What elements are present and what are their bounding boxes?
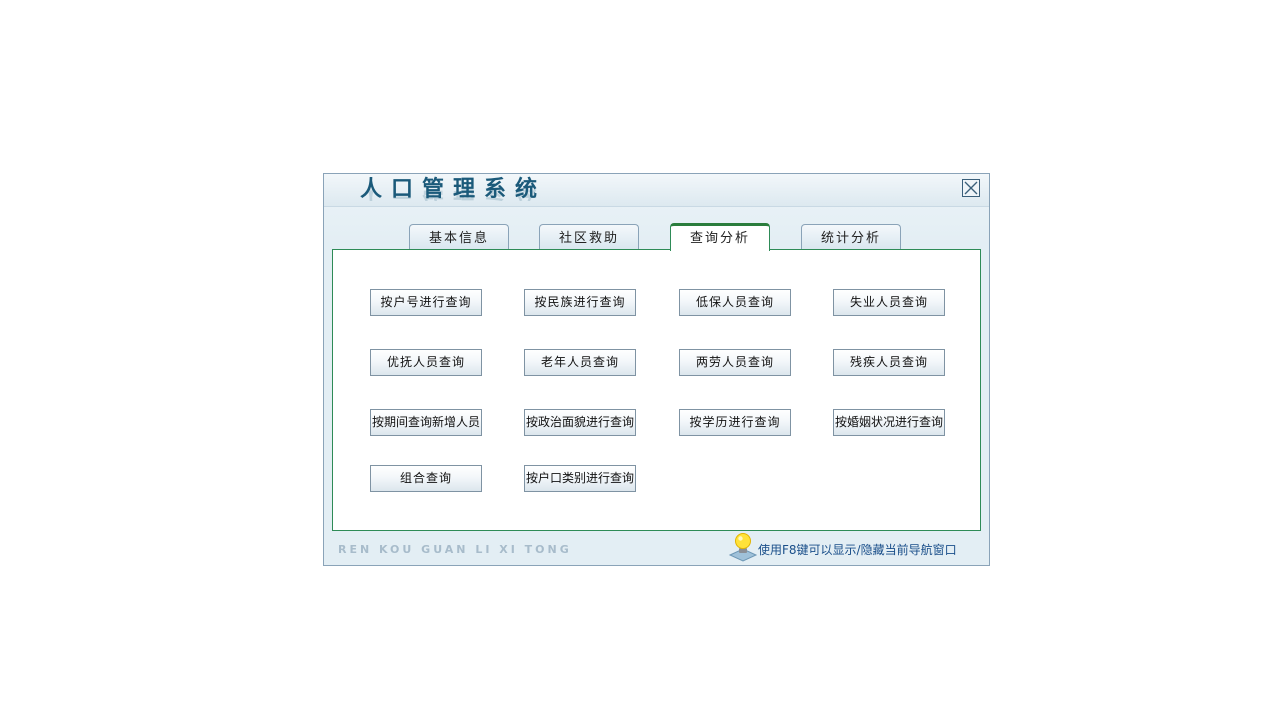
title-bar: 人口管理系统 人口管理系统 [324,174,989,207]
query-elderly-button[interactable]: 老年人员查询 [524,349,636,376]
tab-query-analysis[interactable]: 查询分析 [670,223,770,251]
query-unemployed-button[interactable]: 失业人员查询 [833,289,945,316]
tab-statistics[interactable]: 统计分析 [801,224,901,250]
tab-basic-info[interactable]: 基本信息 [409,224,509,250]
query-reform-button[interactable]: 两劳人员查询 [679,349,791,376]
query-disabled-button[interactable]: 残疾人员查询 [833,349,945,376]
lightbulb-icon [728,533,758,562]
tab-community-aid[interactable]: 社区救助 [539,224,639,250]
query-low-income-button[interactable]: 低保人员查询 [679,289,791,316]
query-preferential-button[interactable]: 优抚人员查询 [370,349,482,376]
query-by-political-status-button[interactable]: 按政治面貌进行查询 [524,409,636,436]
query-by-hukou-type-button[interactable]: 按户口类别进行查询 [524,465,636,492]
query-by-ethnicity-button[interactable]: 按民族进行查询 [524,289,636,316]
query-new-by-period-button[interactable]: 按期间查询新增人员 [370,409,482,436]
close-icon [964,181,978,195]
query-by-education-button[interactable]: 按学历进行查询 [679,409,791,436]
query-by-household-button[interactable]: 按户号进行查询 [370,289,482,316]
hint-text: 使用F8键可以显示/隐藏当前导航窗口 [758,543,957,557]
query-combined-button[interactable]: 组合查询 [370,465,482,492]
close-button[interactable] [962,179,980,197]
footer-pinyin-title: REN KOU GUAN LI XI TONG [338,543,572,556]
query-by-marital-status-button[interactable]: 按婚姻状况进行查询 [833,409,945,436]
query-panel: 按户号进行查询 按民族进行查询 低保人员查询 失业人员查询 优抚人员查询 老年人… [332,249,981,531]
app-title-reflection: 人口管理系统 [360,189,546,201]
main-window: 人口管理系统 人口管理系统 基本信息 社区救助 查询分析 统计分析 按户号进行查… [323,173,990,566]
